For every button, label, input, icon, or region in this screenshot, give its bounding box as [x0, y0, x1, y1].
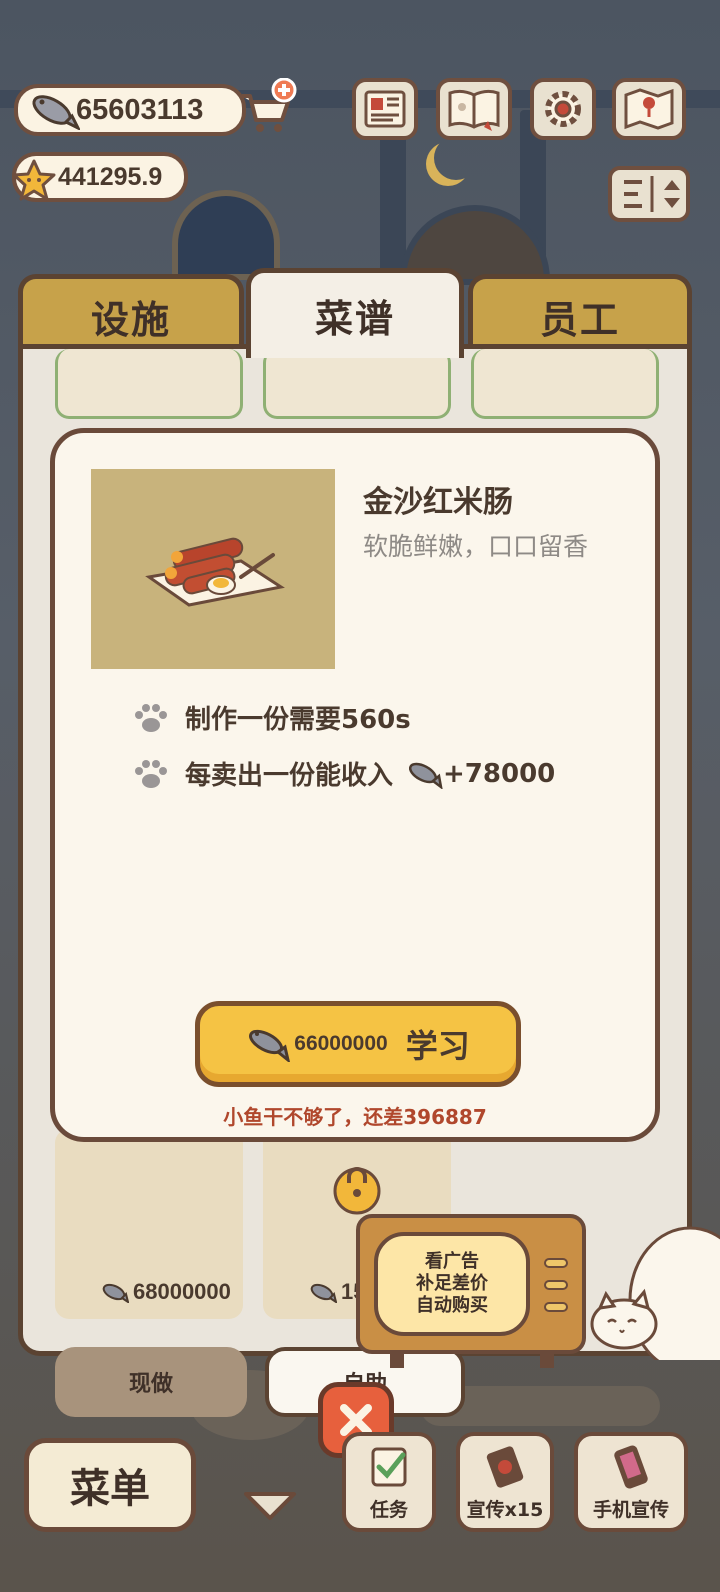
recipe-card-dumpling[interactable]: 68000000	[55, 1129, 243, 1319]
promo-button[interactable]: 宣传x15	[456, 1432, 554, 1532]
insufficient-fish-warning: 小鱼干不够了，还差396887	[223, 1105, 487, 1129]
star-currency-display: 441295.9	[12, 152, 188, 202]
dish-name: 金沙红米肠	[363, 485, 513, 520]
tab-recipes[interactable]: 菜谱	[246, 268, 464, 358]
fish-count: 65603113	[76, 93, 204, 126]
learn-price: 66000000	[294, 1032, 388, 1055]
recipe-book-icon[interactable]	[436, 78, 512, 140]
star-icon	[12, 159, 56, 201]
recipe-card[interactable]	[471, 349, 659, 419]
gear-icon[interactable]	[530, 78, 596, 140]
star-count: 441295.9	[58, 162, 163, 191]
dish-description: 软脆鲜嫩，口口留香	[363, 532, 589, 561]
cat-mascot-icon	[590, 1226, 720, 1360]
paw-icon	[135, 759, 167, 788]
phone-icon	[614, 1445, 648, 1489]
income-row: 每卖出一份能收入 +78000	[133, 755, 555, 792]
fish-icon	[102, 1283, 129, 1303]
phone-promo-label: 手机宣传	[592, 1499, 669, 1521]
income-value: +78000	[443, 758, 556, 789]
fish-icon	[249, 1029, 291, 1062]
income-text: 每卖出一份能收入	[185, 761, 394, 791]
phone-promo-button[interactable]: 手机宣传	[574, 1432, 688, 1532]
fish-icon	[408, 762, 443, 789]
fish-icon	[310, 1283, 337, 1303]
make-now-button[interactable]: 现做	[55, 1347, 247, 1417]
make-time-text: 制作一份需要560s	[185, 705, 411, 735]
recipe-detail-dialog: 金沙红米肠 软脆鲜嫩，口口留香 制作一份需要560s 每卖出一份能收入 +780…	[50, 428, 660, 1142]
watch-ad-tv-button[interactable]: 看广告 补足差价 自动购买	[356, 1214, 586, 1368]
tv-screen: 看广告 补足差价 自动购买	[374, 1232, 530, 1336]
newspaper-icon[interactable]	[352, 78, 418, 140]
learn-label: 学习	[405, 1027, 470, 1065]
promo-label: 宣传x15	[466, 1499, 544, 1521]
recipe-card[interactable]	[55, 349, 243, 419]
dish-image	[91, 469, 335, 669]
sort-toggle-icon[interactable]	[608, 166, 690, 222]
paw-icon	[135, 703, 167, 732]
lock-icon	[333, 1167, 381, 1215]
tv-ad-line3: 自动购买	[416, 1295, 488, 1316]
fish-currency-display: 65603113	[14, 84, 246, 136]
map-icon[interactable]	[612, 78, 686, 140]
make-time-row: 制作一份需要560s	[133, 699, 411, 736]
menu-button[interactable]: 菜单	[24, 1438, 196, 1532]
tv-ad-line1: 看广告	[425, 1251, 479, 1272]
recipe-card[interactable]	[263, 349, 451, 419]
tab-facilities[interactable]: 设施	[18, 274, 244, 354]
tasks-label: 任务	[369, 1499, 408, 1521]
chevron-down-icon[interactable]	[240, 1488, 300, 1524]
fish-icon	[32, 95, 80, 130]
shop-cart-add-icon[interactable]	[236, 78, 300, 138]
card-price: 68000000	[101, 1279, 231, 1305]
tab-staff[interactable]: 员工	[468, 274, 692, 354]
tv-ad-line2: 补足差价	[416, 1273, 488, 1294]
tasks-button[interactable]: 任务	[342, 1432, 436, 1532]
learn-button[interactable]: 66000000 学习	[195, 1001, 521, 1087]
promo-card-icon	[486, 1446, 524, 1488]
checklist-icon	[371, 1447, 407, 1487]
